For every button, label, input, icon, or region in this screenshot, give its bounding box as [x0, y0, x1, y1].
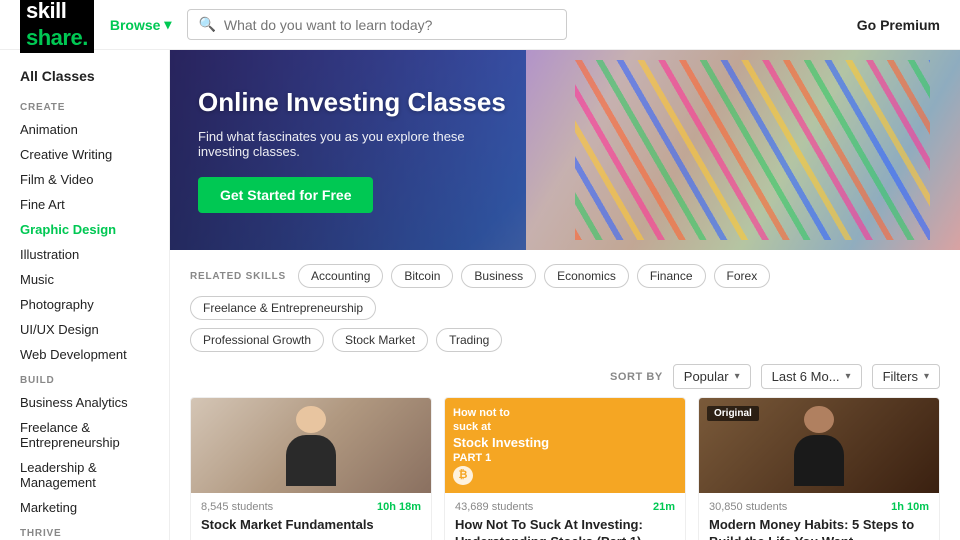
dark-person-body	[794, 435, 844, 485]
students-count-2: 43,689 students	[455, 501, 533, 513]
thumb-how-not-to: How not to	[453, 406, 549, 420]
search-icon: 🔍	[198, 16, 215, 33]
course-title-2: How Not To Suck At Investing: Understand…	[455, 517, 675, 540]
students-count-1: 8,545 students	[201, 501, 273, 513]
browse-label: Browse	[110, 17, 161, 33]
course-thumb-1	[191, 398, 431, 493]
filters-button[interactable]: Filters ▾	[872, 364, 940, 389]
sort-popular-select[interactable]: Popular ▾	[673, 364, 751, 389]
sidebar-item-fine-art[interactable]: Fine Art	[0, 192, 169, 217]
chevron-down-icon: ▾	[164, 16, 171, 33]
sidebar-section-create: CREATE	[0, 94, 169, 117]
course-title-1: Stock Market Fundamentals	[201, 517, 421, 534]
sidebar-item-graphic-design[interactable]: Graphic Design	[0, 217, 169, 242]
original-badge: Original	[707, 406, 759, 421]
header: skillshare. Browse ▾ 🔍 Go Premium	[0, 0, 960, 50]
sidebar-all-classes[interactable]: All Classes	[0, 64, 169, 94]
sidebar-item-illustration[interactable]: Illustration	[0, 242, 169, 267]
related-skills-row1: RELATED SKILLS Accounting Bitcoin Busine…	[170, 250, 960, 320]
chevron-down-icon: ▾	[735, 371, 740, 382]
person-silhouette	[284, 406, 339, 486]
bitcoin-icon: ₿	[453, 466, 473, 485]
logo-dot: share.	[26, 25, 88, 50]
skill-pill-finance[interactable]: Finance	[637, 264, 706, 288]
content-area: Online Investing Classes Find what fasci…	[170, 50, 960, 540]
course-students-time-1: 8,545 students 10h 18m	[201, 501, 421, 513]
skill-pill-accounting[interactable]: Accounting	[298, 264, 383, 288]
course-meta-1: 8,545 students 10h 18m Stock Market Fund…	[191, 493, 431, 540]
course-thumb-2: How not to suck at Stock Investing PART …	[445, 398, 685, 493]
sidebar-item-creative-writing[interactable]: Creative Writing	[0, 142, 169, 167]
sidebar-item-web-development[interactable]: Web Development	[0, 342, 169, 367]
thumb-part1: PART 1	[453, 451, 549, 465]
dark-person-head	[804, 406, 834, 434]
course-card-2: How not to suck at Stock Investing PART …	[444, 397, 686, 540]
sidebar-item-music[interactable]: Music	[0, 267, 169, 292]
thumb-suck-at: suck at	[453, 420, 549, 434]
hero-cta-button[interactable]: Get Started for Free	[198, 177, 373, 213]
sidebar-item-film-video[interactable]: Film & Video	[0, 167, 169, 192]
courses-grid: 8,545 students 10h 18m Stock Market Fund…	[170, 397, 960, 540]
sidebar-item-ui-ux-design[interactable]: UI/UX Design	[0, 317, 169, 342]
sidebar-item-photography[interactable]: Photography	[0, 292, 169, 317]
skill-pill-stock-market[interactable]: Stock Market	[332, 328, 428, 352]
skill-pill-trading[interactable]: Trading	[436, 328, 502, 352]
sidebar: All Classes CREATE Animation Creative Wr…	[0, 50, 170, 540]
course-card-3: Original 30,850 students 1h 10m Modern M…	[698, 397, 940, 540]
duration-3: 1h 10m	[891, 501, 929, 513]
chevron-down-icon: ▾	[924, 371, 929, 382]
person-body	[286, 435, 336, 485]
sort-time-value: Last 6 Mo...	[772, 369, 840, 384]
skill-pill-professional-growth[interactable]: Professional Growth	[190, 328, 324, 352]
course-meta-3: 30,850 students 1h 10m Modern Money Habi…	[699, 493, 939, 540]
logo: skillshare.	[20, 0, 94, 53]
sidebar-section-thrive: THRIVE	[0, 520, 169, 540]
dark-person-silhouette	[792, 406, 847, 486]
course-title-3: Modern Money Habits: 5 Steps to Build th…	[709, 517, 929, 540]
sidebar-item-animation[interactable]: Animation	[0, 117, 169, 142]
course-photo-person	[191, 398, 431, 493]
course-students-time-3: 30,850 students 1h 10m	[709, 501, 929, 513]
hero-title: Online Investing Classes	[198, 87, 506, 118]
course-photo-orange: How not to suck at Stock Investing PART …	[445, 398, 685, 493]
chevron-down-icon: ▾	[846, 371, 851, 382]
course-photo-dark: Original	[699, 398, 939, 493]
sort-time-select[interactable]: Last 6 Mo... ▾	[761, 364, 862, 389]
skill-pill-business[interactable]: Business	[461, 264, 536, 288]
go-premium-button[interactable]: Go Premium	[857, 17, 940, 33]
skill-pill-bitcoin[interactable]: Bitcoin	[391, 264, 453, 288]
thumb-stock-investing: Stock Investing	[453, 435, 549, 452]
hero-subtitle: Find what fascinates you as you explore …	[198, 129, 498, 159]
browse-button[interactable]: Browse ▾	[110, 16, 172, 33]
hero-decor	[575, 60, 931, 240]
course-card-1: 8,545 students 10h 18m Stock Market Fund…	[190, 397, 432, 540]
sidebar-item-business-analytics[interactable]: Business Analytics	[0, 390, 169, 415]
related-skills-row2: Professional Growth Stock Market Trading	[170, 320, 960, 352]
course-students-time-2: 43,689 students 21m	[455, 501, 675, 513]
sort-popular-value: Popular	[684, 369, 729, 384]
filters-label: Filters	[883, 369, 918, 384]
skill-pill-forex[interactable]: Forex	[714, 264, 771, 288]
main-layout: All Classes CREATE Animation Creative Wr…	[0, 50, 960, 540]
duration-2: 21m	[653, 501, 675, 513]
sort-bar: SORT BY Popular ▾ Last 6 Mo... ▾ Filters…	[170, 352, 960, 397]
skill-pill-economics[interactable]: Economics	[544, 264, 629, 288]
search-input[interactable]	[224, 17, 557, 33]
sidebar-item-leadership[interactable]: Leadership & Management	[0, 455, 169, 495]
course-meta-2: 43,689 students 21m How Not To Suck At I…	[445, 493, 685, 540]
hero-text: Online Investing Classes Find what fasci…	[170, 57, 534, 242]
students-count-3: 30,850 students	[709, 501, 787, 513]
sort-by-label: SORT BY	[610, 371, 663, 383]
duration-1: 10h 18m	[377, 501, 421, 513]
search-bar[interactable]: 🔍	[187, 9, 567, 40]
sidebar-item-marketing[interactable]: Marketing	[0, 495, 169, 520]
skill-pill-freelance-entrepreneurship[interactable]: Freelance & Entrepreneurship	[190, 296, 376, 320]
sidebar-item-freelance[interactable]: Freelance & Entrepreneurship	[0, 415, 169, 455]
person-head	[296, 406, 326, 434]
course-thumb-3: Original	[699, 398, 939, 493]
hero-banner: Online Investing Classes Find what fasci…	[170, 50, 960, 250]
related-skills-label: RELATED SKILLS	[190, 271, 286, 282]
sidebar-section-build: BUILD	[0, 367, 169, 390]
